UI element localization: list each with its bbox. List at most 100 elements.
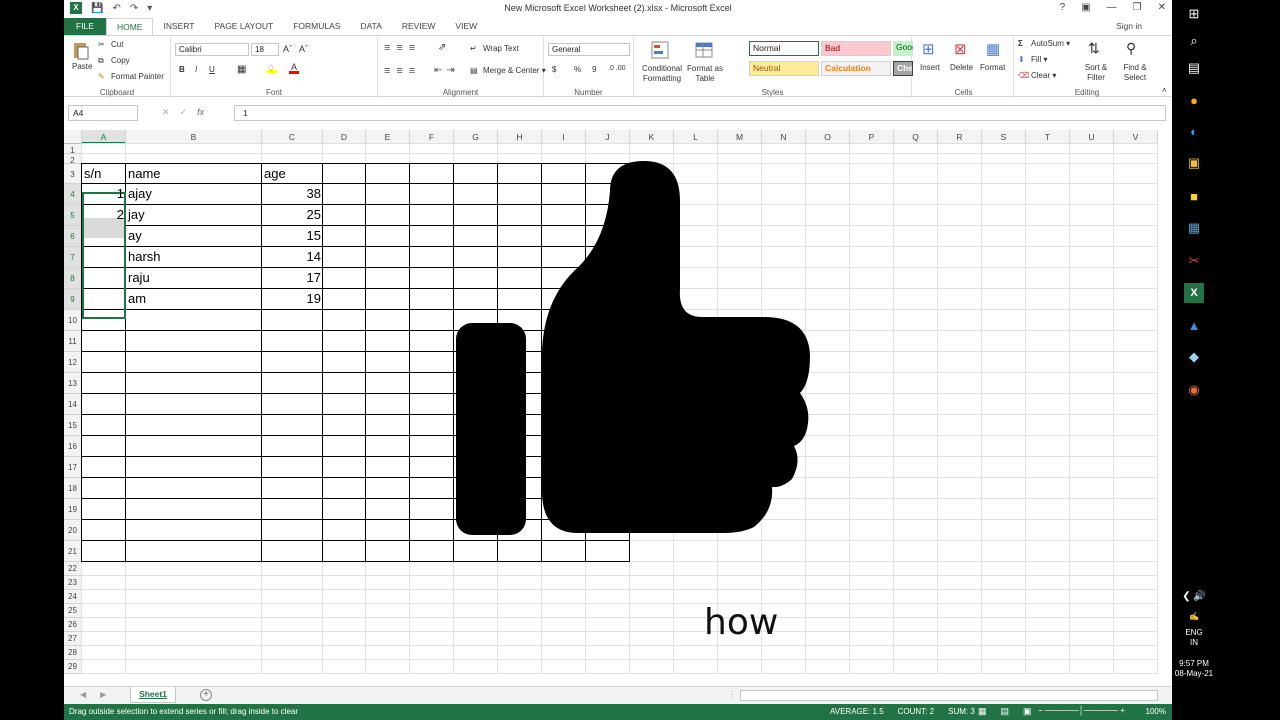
- cell[interactable]: 25: [262, 205, 323, 226]
- fill-button[interactable]: ⬇ Fill ▾: [1018, 55, 1047, 64]
- zoom-slider[interactable]: − ──────│────── +: [1038, 706, 1125, 715]
- photos-icon[interactable]: ▲: [1184, 315, 1204, 335]
- row-header[interactable]: 14: [64, 394, 82, 415]
- windows-icon[interactable]: ⊞: [1184, 4, 1204, 24]
- cell[interactable]: age: [262, 164, 323, 184]
- bold-button[interactable]: B: [179, 65, 185, 74]
- cell[interactable]: raju: [126, 268, 262, 289]
- file-explorer-icon[interactable]: ▣: [1184, 153, 1204, 173]
- font-color-icon[interactable]: A: [289, 63, 299, 74]
- indent-icons[interactable]: ⇤⇥: [434, 65, 459, 76]
- column-header[interactable]: I: [542, 130, 586, 144]
- row-header[interactable]: 12: [64, 352, 82, 373]
- cell[interactable]: 15: [262, 226, 323, 247]
- column-header[interactable]: V: [1114, 130, 1158, 144]
- row-header[interactable]: 24: [64, 590, 82, 604]
- cell[interactable]: 17: [262, 268, 323, 289]
- input-icon[interactable]: ✍: [1172, 612, 1216, 622]
- ribbon-display-icon[interactable]: ▣: [1081, 2, 1090, 13]
- cell[interactable]: 38: [262, 184, 323, 205]
- column-header[interactable]: F: [410, 130, 454, 144]
- add-sheet-icon[interactable]: +: [200, 689, 212, 701]
- row-header[interactable]: 5: [64, 205, 82, 226]
- row-header[interactable]: 9: [64, 289, 82, 310]
- row-header[interactable]: 29: [64, 660, 82, 674]
- zoom-level[interactable]: 100%: [1146, 707, 1166, 716]
- sticky-notes-icon[interactable]: ■: [1184, 186, 1204, 206]
- font-size-select[interactable]: 18: [251, 43, 279, 56]
- format-painter-button[interactable]: ✎ Format Painter: [98, 72, 164, 81]
- edge-icon[interactable]: ◐: [1184, 121, 1204, 141]
- autosum-button[interactable]: Σ AutoSum ▾: [1018, 39, 1070, 48]
- column-header[interactable]: L: [674, 130, 718, 144]
- powerpoint-icon[interactable]: ◉: [1184, 380, 1204, 400]
- tab-page-layout[interactable]: PAGE LAYOUT: [204, 18, 283, 35]
- format-as-table-button[interactable]: Format as Table: [686, 64, 724, 84]
- paste-icon[interactable]: [71, 40, 91, 60]
- name-box[interactable]: A4: [68, 105, 138, 121]
- tab-file[interactable]: FILE: [64, 18, 106, 35]
- task-view-icon[interactable]: ▤: [1184, 58, 1204, 78]
- cell[interactable]: harsh: [126, 247, 262, 268]
- decimal-icons[interactable]: .0 .00: [608, 65, 626, 72]
- tab-review[interactable]: REVIEW: [392, 18, 446, 35]
- row-header[interactable]: 27: [64, 632, 82, 646]
- format-button[interactable]: Format: [980, 63, 1005, 72]
- sheet-nav-arrows[interactable]: ◀▶: [80, 690, 120, 699]
- row-header[interactable]: 28: [64, 646, 82, 660]
- underline-button[interactable]: U: [209, 65, 215, 74]
- clock[interactable]: 9:57 PM 08-May-21: [1172, 659, 1216, 679]
- column-header[interactable]: C: [262, 130, 323, 144]
- column-header[interactable]: D: [323, 130, 366, 144]
- column-header[interactable]: J: [586, 130, 630, 144]
- column-header[interactable]: T: [1026, 130, 1070, 144]
- restore-icon[interactable]: ❐: [1133, 2, 1142, 13]
- collapse-ribbon-icon[interactable]: ˄: [1162, 86, 1167, 95]
- horizontal-align-icons[interactable]: ≡≡≡: [384, 65, 421, 77]
- row-header[interactable]: 7: [64, 247, 82, 268]
- row-header[interactable]: 25: [64, 604, 82, 618]
- tab-formulas[interactable]: FORMULAS: [283, 18, 350, 35]
- select-all-corner[interactable]: [64, 130, 82, 144]
- tab-data[interactable]: DATA: [350, 18, 391, 35]
- cell[interactable]: am: [126, 289, 262, 310]
- sheet-tab-sheet1[interactable]: Sheet1: [130, 687, 176, 703]
- view-mode-icons[interactable]: ▦▤▣: [978, 706, 1046, 717]
- cell[interactable]: 19: [262, 289, 323, 310]
- cell[interactable]: 14: [262, 247, 323, 268]
- fill-color-icon[interactable]: ♢: [267, 63, 277, 73]
- row-header[interactable]: 18: [64, 478, 82, 499]
- row-header[interactable]: 20: [64, 520, 82, 541]
- cell[interactable]: s/n: [82, 164, 126, 184]
- column-header[interactable]: N: [762, 130, 806, 144]
- column-header[interactable]: E: [366, 130, 410, 144]
- formula-input[interactable]: 1: [234, 105, 1166, 121]
- column-header[interactable]: M: [718, 130, 762, 144]
- sort-filter-button[interactable]: Sort & Filter: [1076, 63, 1116, 83]
- row-header[interactable]: 1: [64, 144, 82, 155]
- column-header[interactable]: Q: [894, 130, 938, 144]
- shrink-font-icon[interactable]: Aˇ: [299, 44, 308, 54]
- row-header[interactable]: 22: [64, 562, 82, 576]
- sign-in-link[interactable]: Sign in: [1116, 21, 1142, 31]
- cut-button[interactable]: ✂ Cut: [98, 40, 123, 49]
- column-header[interactable]: G: [454, 130, 498, 144]
- cell[interactable]: 2: [82, 205, 126, 226]
- row-header[interactable]: 16: [64, 436, 82, 457]
- conditional-formatting-button[interactable]: Conditional Formatting: [638, 64, 686, 84]
- grow-font-icon[interactable]: Aˆ: [283, 44, 292, 54]
- help-icon[interactable]: ?: [1060, 2, 1066, 13]
- find-select-button[interactable]: Find & Select: [1114, 63, 1156, 83]
- merge-center-button[interactable]: ▤ Merge & Center ▾: [470, 66, 546, 75]
- column-header[interactable]: O: [806, 130, 850, 144]
- row-header[interactable]: 15: [64, 415, 82, 436]
- row-header[interactable]: 6: [64, 226, 82, 247]
- row-header[interactable]: 2: [64, 154, 82, 165]
- percent-button[interactable]: %: [574, 65, 581, 74]
- paste-button[interactable]: Paste: [72, 62, 92, 71]
- row-header[interactable]: 17: [64, 457, 82, 478]
- tab-home[interactable]: HOME: [105, 18, 154, 35]
- row-header[interactable]: 26: [64, 618, 82, 632]
- row-header[interactable]: 13: [64, 373, 82, 394]
- tab-insert[interactable]: INSERT: [153, 18, 204, 35]
